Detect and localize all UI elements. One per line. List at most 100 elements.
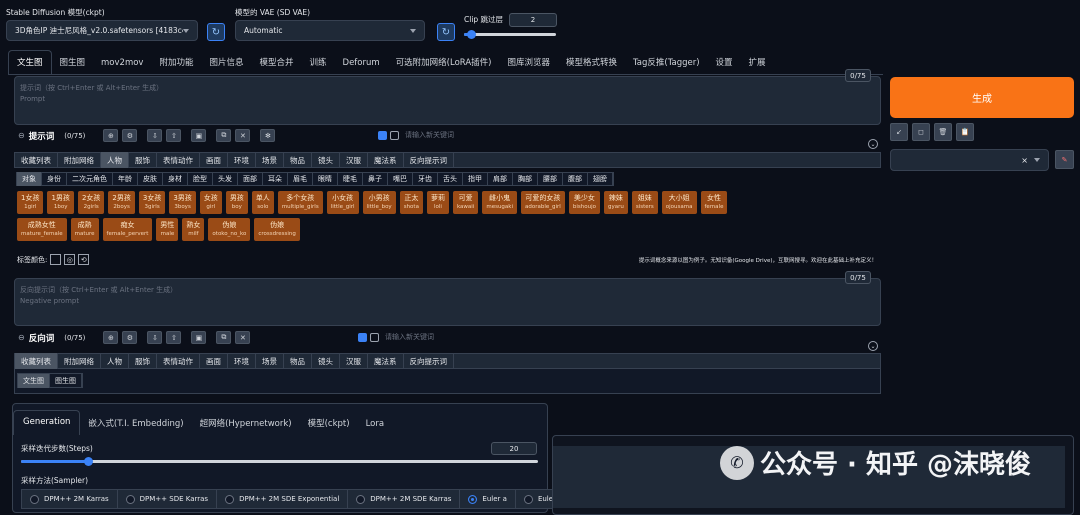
sampler-option[interactable]: DPM++ SDE Karras	[118, 490, 218, 508]
checkbox-icon[interactable]	[358, 333, 367, 342]
category-tab[interactable]: 物品	[284, 353, 312, 369]
clipboard-icon[interactable]: 📋	[956, 123, 974, 141]
category-tab[interactable]: 反向提示词	[404, 152, 454, 168]
globe-icon[interactable]: ⊕	[103, 331, 119, 344]
import-icon[interactable]: ⇩	[147, 331, 163, 344]
sampler-option[interactable]: DPM++ 2M Karras	[22, 490, 118, 508]
tag-button[interactable]: 1女孩 1girl	[17, 191, 44, 214]
tag-button[interactable]: 成熟女性 mature_female	[17, 218, 67, 241]
steps-slider-handle[interactable]	[84, 457, 93, 466]
category-tab[interactable]: 收藏列表	[15, 152, 58, 168]
main-tab[interactable]: 扩展	[741, 51, 774, 74]
tag-button[interactable]: 1男孩 1boy	[47, 191, 74, 214]
category-tab[interactable]: 服饰	[129, 353, 157, 369]
subcategory-tab[interactable]: 脸型	[188, 172, 213, 186]
category-tab[interactable]: 表情动作	[157, 353, 200, 369]
subcategory-tab[interactable]: 身材	[163, 172, 188, 186]
radio-icon[interactable]	[30, 494, 39, 504]
refresh-vae-button[interactable]: ↻	[437, 23, 455, 41]
main-tab[interactable]: 文生图	[8, 50, 52, 74]
trash-icon[interactable]: ✕	[235, 129, 251, 142]
subcategory-tab[interactable]: 二次元角色	[67, 172, 113, 186]
main-tab[interactable]: 图片信息	[201, 51, 251, 74]
clear-icon[interactable]: ×	[1021, 156, 1028, 165]
expand-icon[interactable]: ⌄	[868, 341, 878, 351]
reset-icon[interactable]: ⟲	[78, 254, 90, 265]
radio-icon[interactable]	[225, 494, 235, 504]
tag-button[interactable]: 美少女 bishoujo	[568, 191, 600, 214]
sampler-option[interactable]: DPM++ 2M SDE Exponential	[217, 490, 349, 508]
settings-icon[interactable]: ✻	[260, 129, 276, 142]
collapse-icon[interactable]: ⊖	[18, 131, 25, 140]
tag-button[interactable]: 小女孩 little_girl	[326, 191, 359, 214]
tag-button[interactable]: 2女孩 2girls	[77, 191, 105, 214]
tag-button[interactable]: 单人 solo	[251, 191, 274, 214]
gear-icon[interactable]: ⚙	[122, 129, 138, 142]
main-tab[interactable]: 附加功能	[151, 51, 201, 74]
category-tab[interactable]: 场景	[256, 353, 284, 369]
negative-keyword-input[interactable]: 请输入新关键词	[358, 332, 434, 343]
radio-icon[interactable]	[468, 494, 478, 504]
radio-icon[interactable]	[356, 494, 366, 504]
subcategory-tab[interactable]: 指甲	[463, 172, 488, 186]
category-tab[interactable]: 魔法系	[368, 353, 404, 369]
checkbox-icon[interactable]	[370, 333, 379, 342]
main-tab[interactable]: mov2mov	[93, 53, 151, 74]
clip-slider-track[interactable]	[464, 33, 556, 36]
tag-button[interactable]: 大小姐 ojousama	[661, 191, 697, 214]
trash-icon[interactable]: 🗑	[934, 123, 952, 141]
category-tab[interactable]: 镜头	[312, 353, 340, 369]
steps-slider-track[interactable]	[21, 460, 538, 463]
sampler-option[interactable]: DPM++ 2M SDE Karras	[348, 490, 461, 508]
subcategory-tab[interactable]: 翅膀	[588, 172, 613, 186]
category-tab[interactable]: 反向提示词	[404, 353, 454, 369]
subcategory-tab[interactable]: 头发	[213, 172, 238, 186]
negative-subtab[interactable]: 文生图	[18, 373, 50, 388]
tag-button[interactable]: 正太 shota	[399, 191, 423, 214]
tag-button[interactable]: 熟女 milf	[182, 218, 205, 241]
generation-tab[interactable]: 嵌入式(T.I. Embedding)	[80, 412, 191, 435]
export-icon[interactable]: ⇧	[166, 129, 182, 142]
main-tab[interactable]: Tag反推(Tagger)	[625, 51, 708, 74]
category-tab[interactable]: 画面	[200, 152, 228, 168]
arrow-icon[interactable]: ↙	[890, 123, 908, 141]
subcategory-tab[interactable]: 眉毛	[288, 172, 313, 186]
tag-button[interactable]: 成熟 mature	[70, 218, 99, 241]
vae-select[interactable]: Automatic	[235, 20, 425, 41]
tag-button[interactable]: 痴女 female_pervert	[102, 218, 153, 241]
tag-button[interactable]: 可爱 kawaii	[452, 191, 479, 214]
tag-button[interactable]: 男性 male	[156, 218, 179, 241]
subcategory-tab[interactable]: 鼻子	[363, 172, 388, 186]
color-picker-icon[interactable]: ◎	[64, 254, 76, 265]
main-tab[interactable]: 模型格式转换	[558, 51, 625, 74]
generation-tab[interactable]: Lora	[358, 414, 393, 435]
category-tab[interactable]: 环境	[228, 353, 256, 369]
subcategory-tab[interactable]: 腰部	[538, 172, 563, 186]
main-tab[interactable]: 可选附加网络(LoRA插件)	[388, 51, 500, 74]
checkbox-icon[interactable]	[378, 131, 387, 140]
square-icon[interactable]: ◻	[912, 123, 930, 141]
styles-select[interactable]: ×	[890, 149, 1049, 171]
tag-button[interactable]: 3女孩 3girls	[138, 191, 166, 214]
tag-button[interactable]: 多个女孩 multiple_girls	[277, 191, 323, 214]
subcategory-tab[interactable]: 耳朵	[263, 172, 288, 186]
export-icon[interactable]: ⇧	[166, 331, 182, 344]
subcategory-tab[interactable]: 面部	[238, 172, 263, 186]
tag-button[interactable]: 2男孩 2boys	[108, 191, 135, 214]
color-swatch[interactable]	[50, 254, 62, 265]
tag-button[interactable]: 女性 female	[700, 191, 728, 214]
main-tab[interactable]: 设置	[708, 51, 741, 74]
category-tab[interactable]: 收藏列表	[15, 353, 58, 369]
subcategory-tab[interactable]: 牙齿	[413, 172, 438, 186]
radio-icon[interactable]	[523, 494, 533, 504]
image-icon[interactable]: ▣	[191, 129, 207, 142]
tag-button[interactable]: 3男孩 3boys	[169, 191, 196, 214]
image-icon[interactable]: ▣	[191, 331, 207, 344]
main-tab[interactable]: Deforum	[335, 53, 388, 74]
expand-icon[interactable]: ⌄	[868, 139, 878, 149]
category-tab[interactable]: 镜头	[312, 152, 340, 168]
negative-prompt-textarea[interactable]: 反向提示词（按 Ctrl+Enter 或 Alt+Enter 生成） Negat…	[14, 278, 881, 326]
tag-button[interactable]: 辣妹 gyaru	[603, 191, 628, 214]
generation-tab[interactable]: 模型(ckpt)	[300, 412, 358, 435]
tag-button[interactable]: 伪娘 crossdressing	[254, 218, 300, 241]
